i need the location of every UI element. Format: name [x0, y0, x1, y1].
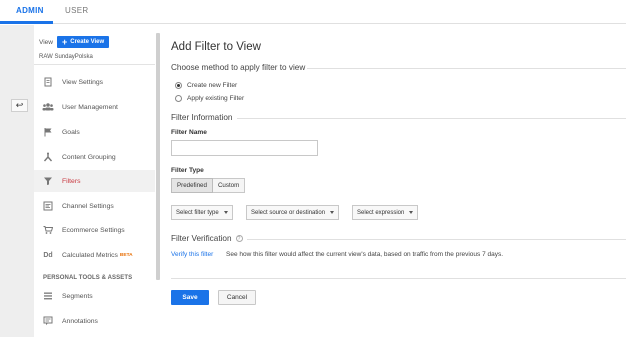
- filter-name-input[interactable]: [171, 140, 318, 156]
- dropdown-label: Select expression: [357, 209, 405, 216]
- sidebar-item-label: Content Grouping: [62, 153, 116, 161]
- tab-user[interactable]: USER: [65, 6, 88, 15]
- view-row: View + Create View: [39, 36, 110, 48]
- main-panel: Add Filter to View Choose method to appl…: [160, 25, 626, 337]
- account-name: RAW SundayPolska: [39, 54, 93, 60]
- divider: [307, 68, 626, 69]
- sidebar-item-goals[interactable]: Goals: [34, 121, 155, 143]
- sidebar-item-label: Segments: [62, 292, 93, 300]
- radio-unchecked-icon: [175, 95, 182, 102]
- select-expression-dropdown[interactable]: Select expression: [352, 205, 419, 220]
- sidebar-item-view-settings[interactable]: View Settings: [34, 71, 155, 93]
- dropdown-label: Select source or destination: [251, 209, 326, 216]
- sidebar-item-label: User Management: [62, 103, 118, 111]
- create-view-label: Create View: [70, 39, 105, 45]
- sidebar: View + Create View RAW SundayPolska View…: [34, 25, 155, 337]
- divider: [171, 278, 626, 279]
- top-tab-bar: ADMIN USER: [0, 0, 626, 24]
- active-tab-indicator: [0, 21, 53, 24]
- funnel-icon: [34, 176, 62, 186]
- radio-label: Create new Filter: [187, 82, 238, 89]
- sidebar-item-segments[interactable]: Segments: [34, 285, 155, 307]
- radio-checked-icon: [175, 82, 182, 89]
- create-view-button[interactable]: + Create View: [56, 36, 110, 48]
- plus-icon: +: [61, 37, 68, 47]
- sidebar-item-label: Annotations: [62, 317, 98, 325]
- cancel-button[interactable]: Cancel: [218, 290, 256, 305]
- flag-icon: [34, 127, 62, 137]
- content-grouping-icon: [34, 152, 62, 162]
- sidebar-item-calculated-metrics[interactable]: Dd Calculated Metrics BETA: [34, 244, 155, 266]
- sidebar-item-label: Ecommerce Settings: [62, 226, 125, 234]
- chevron-down-icon: [223, 211, 228, 214]
- filter-type-label: Filter Type: [171, 167, 204, 174]
- sidebar-item-label: Calculated Metrics: [62, 251, 118, 259]
- back-arrow-icon: ↩: [15, 100, 24, 110]
- chevron-down-icon: [330, 211, 335, 214]
- filter-name-label: Filter Name: [171, 129, 207, 136]
- verification-title-text: Filter Verification: [171, 234, 232, 243]
- sidebar-item-label: Goals: [62, 128, 80, 136]
- document-icon: [34, 77, 62, 87]
- sidebar-item-channel-settings[interactable]: Channel Settings: [34, 195, 155, 217]
- select-source-destination-dropdown[interactable]: Select source or destination: [246, 205, 340, 220]
- divider: [247, 239, 626, 240]
- sidebar-divider: [34, 64, 155, 65]
- cart-icon: [34, 225, 62, 235]
- dropdown-label: Select filter type: [176, 209, 219, 216]
- sidebar-item-label: Filters: [62, 177, 81, 185]
- radio-apply-existing-filter[interactable]: Apply existing Filter: [175, 95, 244, 102]
- toggle-predefined[interactable]: Predefined: [171, 178, 213, 193]
- verify-description: See how this filter would affect the cur…: [226, 251, 504, 258]
- save-button[interactable]: Save: [171, 290, 209, 305]
- filter-type-toggle: Predefined Custom: [171, 178, 246, 193]
- section-header-personal-tools: PERSONAL TOOLS & ASSETS: [43, 275, 133, 281]
- page-title: Add Filter to View: [171, 41, 261, 53]
- beta-badge: BETA: [119, 252, 133, 258]
- sidebar-item-ecommerce-settings[interactable]: Ecommerce Settings: [34, 219, 155, 241]
- divider: [237, 118, 626, 119]
- info-section-title: Filter Information: [171, 113, 233, 122]
- chevron-down-icon: [409, 211, 414, 214]
- sidebar-item-annotations[interactable]: Annotations: [34, 310, 155, 332]
- radio-label: Apply existing Filter: [187, 95, 245, 102]
- users-icon: [34, 102, 62, 112]
- help-icon[interactable]: ?: [235, 235, 243, 243]
- segments-icon: [34, 291, 62, 301]
- sidebar-item-label: Channel Settings: [62, 202, 114, 210]
- radio-create-new-filter[interactable]: Create new Filter: [175, 82, 237, 89]
- calculated-metrics-icon: Dd: [43, 251, 53, 259]
- toggle-custom[interactable]: Custom: [212, 178, 246, 193]
- method-section-title: Choose method to apply filter to view: [171, 63, 306, 72]
- sidebar-item-filters[interactable]: Filters: [34, 170, 155, 192]
- back-button[interactable]: ↩: [11, 99, 28, 112]
- verification-section-title: Filter Verification?: [171, 234, 243, 243]
- sidebar-item-content-grouping[interactable]: Content Grouping: [34, 146, 155, 168]
- view-label: View: [39, 38, 53, 46]
- verify-filter-link[interactable]: Verify this filter: [171, 251, 213, 258]
- sidebar-item-user-management[interactable]: User Management: [34, 96, 155, 118]
- annotations-icon: [34, 316, 62, 326]
- left-strip: ↩: [0, 25, 34, 337]
- select-filter-type-dropdown[interactable]: Select filter type: [171, 205, 233, 220]
- sidebar-item-label: View Settings: [62, 78, 104, 86]
- channel-icon: [34, 201, 62, 211]
- tab-admin[interactable]: ADMIN: [16, 6, 44, 15]
